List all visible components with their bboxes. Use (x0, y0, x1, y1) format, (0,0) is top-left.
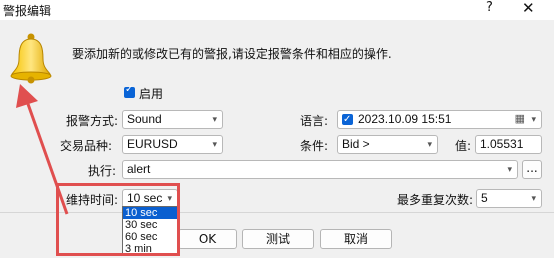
annotation-arrow (16, 84, 69, 215)
